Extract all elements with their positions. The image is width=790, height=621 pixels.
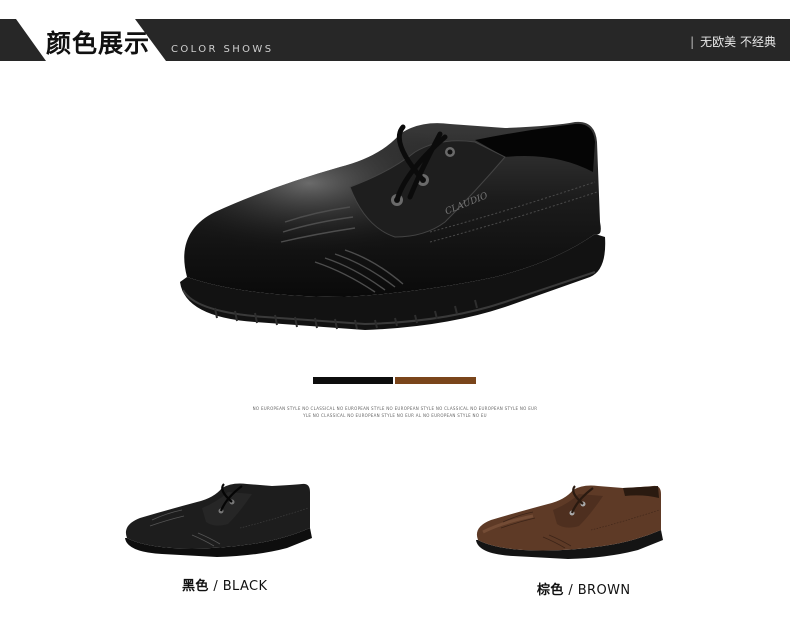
swatch-brown bbox=[395, 377, 476, 384]
label-black-separator: / bbox=[213, 579, 219, 594]
main-shoe-image: CLAUDIO bbox=[180, 121, 606, 330]
black-shoe-image bbox=[125, 483, 312, 557]
label-brown-cn: 棕色 bbox=[537, 583, 564, 598]
slogan: | 无欧美 不经典 bbox=[690, 33, 776, 50]
swatch-black bbox=[313, 377, 393, 384]
section-subtitle: COLOR SHOWS bbox=[171, 44, 274, 55]
fine-print-line-2: YLE NO CLASSICAL NO EUROPEAN STYLE NO EU… bbox=[303, 413, 487, 418]
label-brown: 棕色 / BROWN bbox=[537, 579, 630, 598]
label-black-cn: 黑色 bbox=[182, 579, 209, 594]
label-brown-separator: / bbox=[568, 583, 574, 598]
color-swatches bbox=[313, 377, 477, 384]
label-black: 黑色 / BLACK bbox=[182, 575, 267, 594]
section-title: 颜色展示 bbox=[46, 29, 151, 58]
label-brown-en: BROWN bbox=[577, 583, 631, 598]
fine-print-line-1: NO EUROPEAN STYLE NO CLASSICAL NO EUROPE… bbox=[252, 406, 538, 411]
slogan-text: 无欧美 不经典 bbox=[700, 35, 776, 49]
label-black-en: BLACK bbox=[222, 579, 268, 594]
slogan-separator: | bbox=[690, 35, 695, 49]
brown-shoe-image bbox=[476, 485, 663, 559]
